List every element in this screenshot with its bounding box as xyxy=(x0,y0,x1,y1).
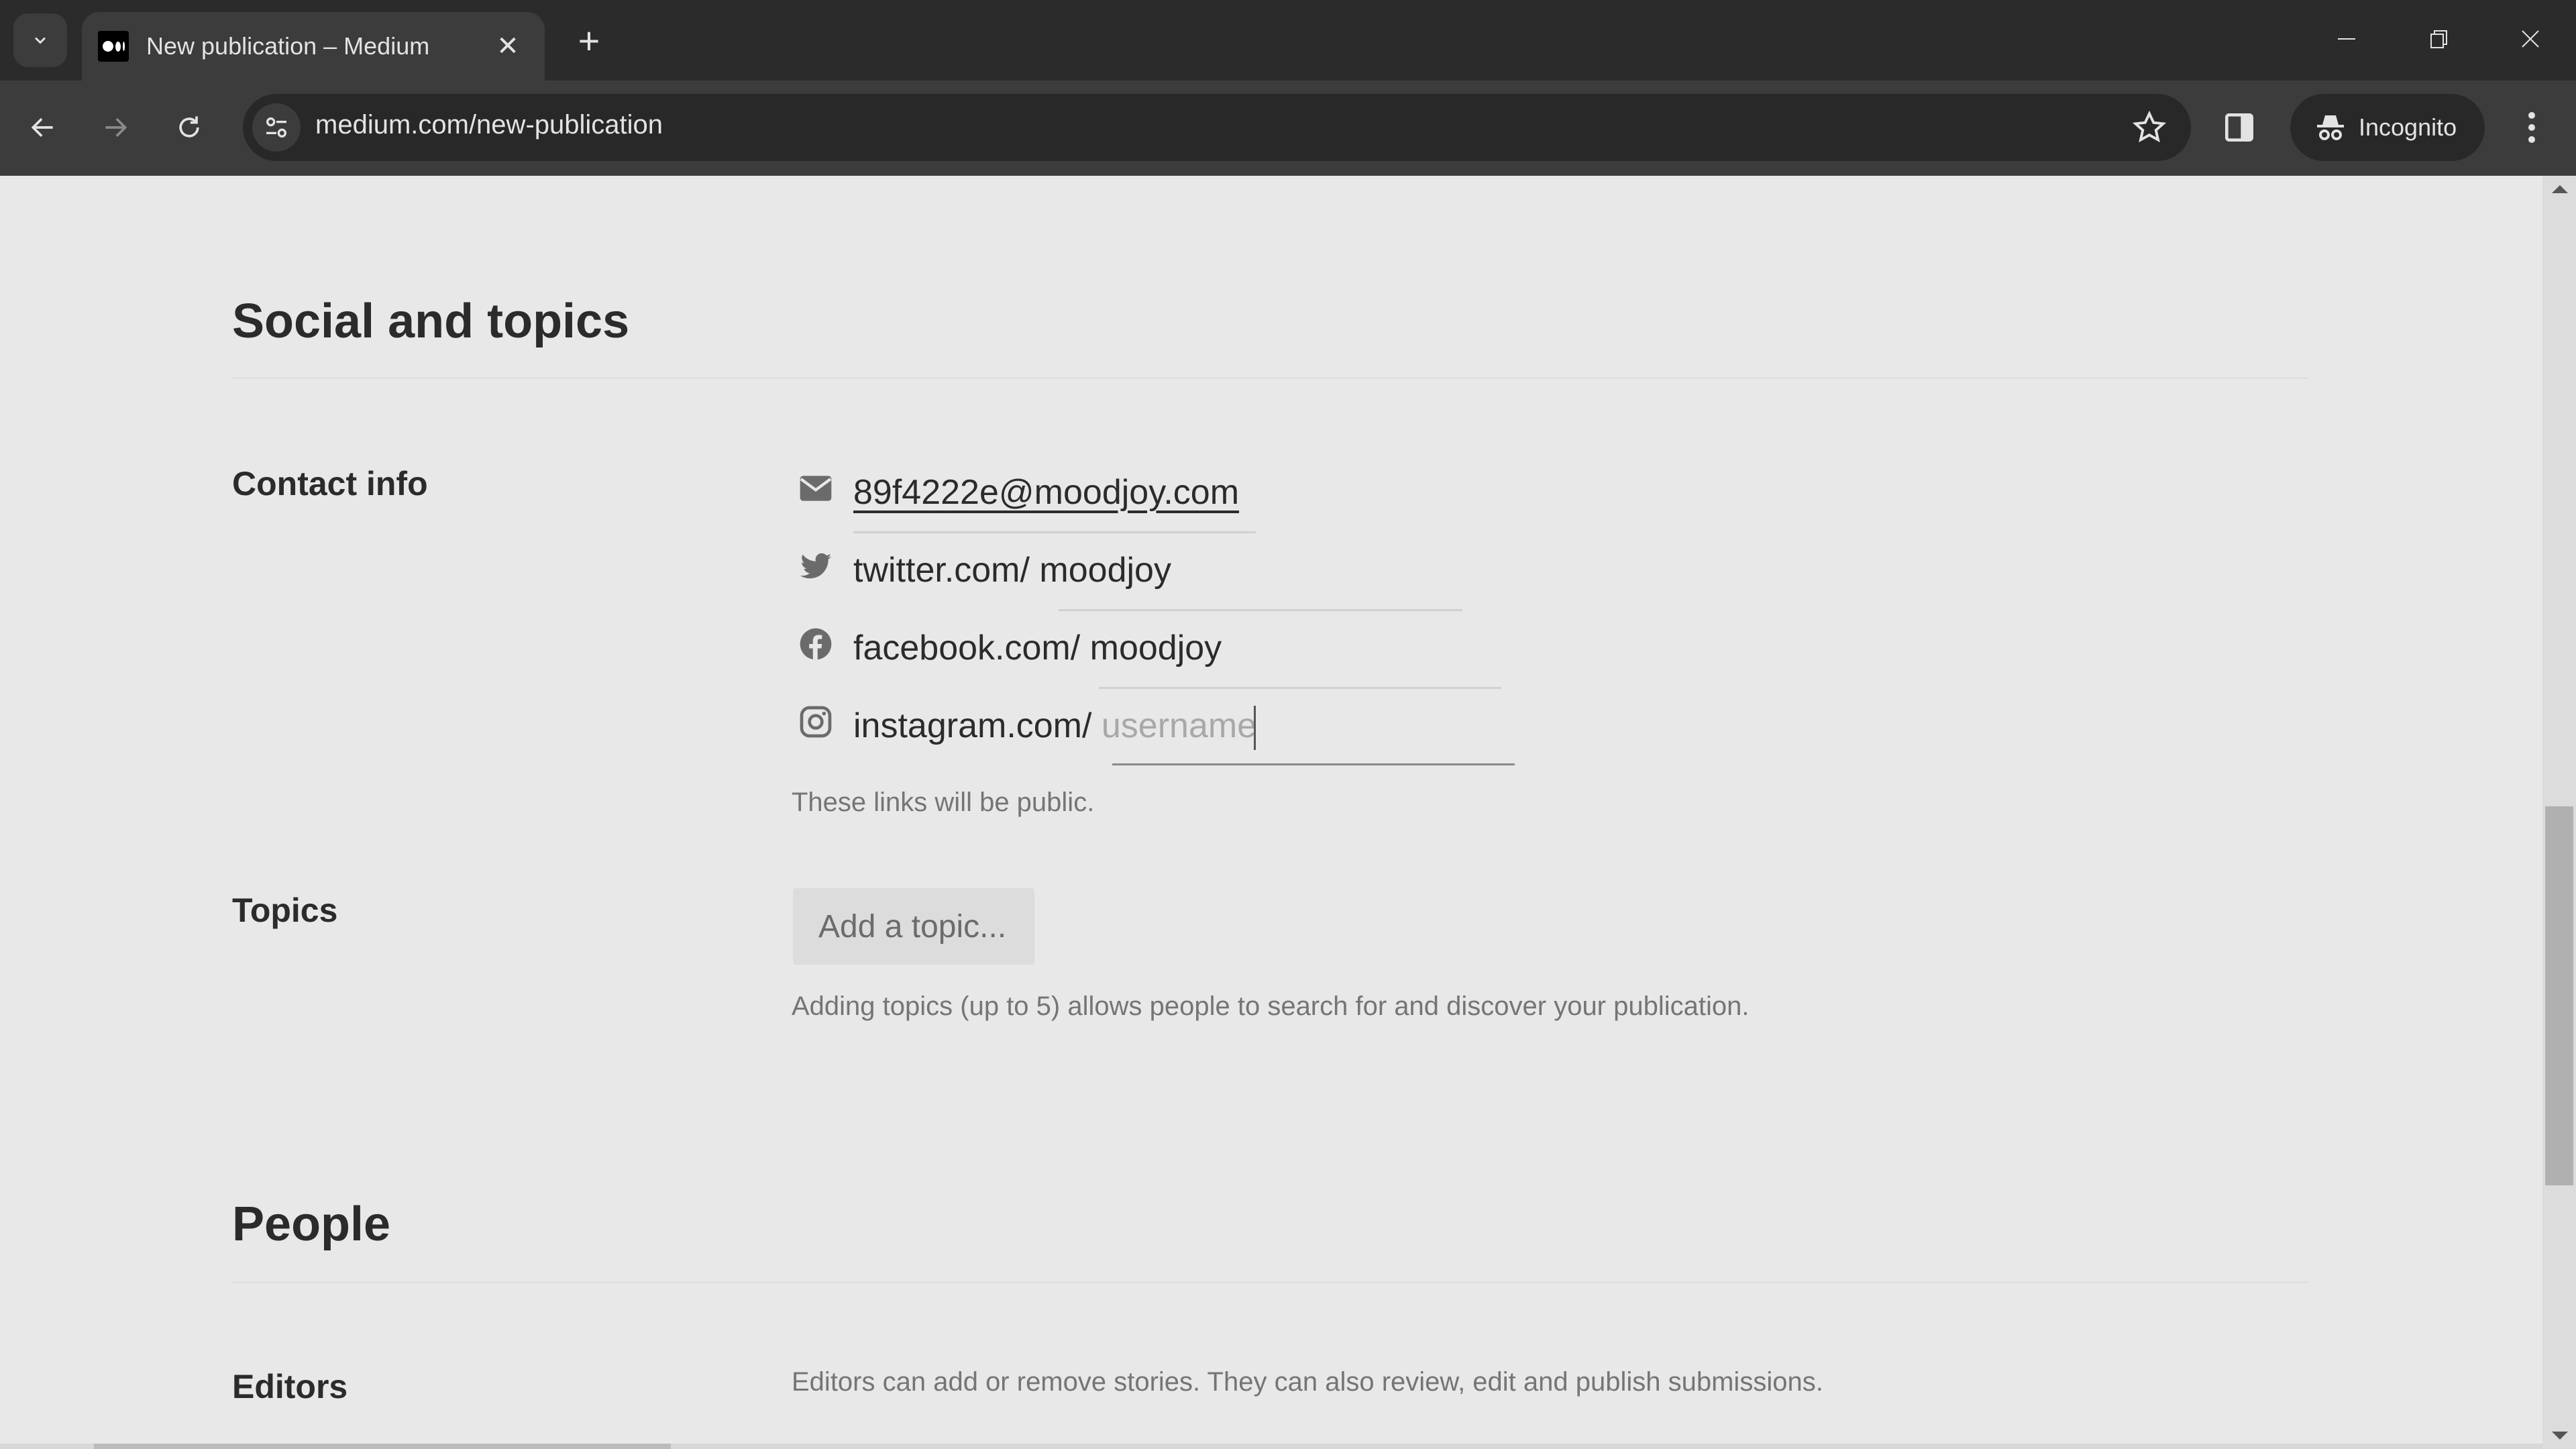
incognito-icon xyxy=(2317,115,2344,140)
email-underline xyxy=(853,531,1256,533)
instagram-underline-focused xyxy=(1112,763,1515,765)
contact-hint: These links will be public. xyxy=(792,788,1095,817)
contact-info-label: Contact info xyxy=(232,465,428,502)
browser-menu-button[interactable] xyxy=(2512,101,2552,154)
facebook-icon xyxy=(800,628,832,660)
tab-title: New publication – Medium xyxy=(146,32,430,60)
close-window-button[interactable] xyxy=(2510,19,2551,59)
mail-icon xyxy=(800,476,832,501)
scrollbar-thumb[interactable] xyxy=(2545,806,2573,1185)
url-text[interactable]: medium.com/new-publication xyxy=(315,110,663,140)
twitter-icon xyxy=(800,553,832,579)
medium-logo-icon xyxy=(98,31,129,62)
section-title-social: Social and topics xyxy=(232,294,630,348)
tune-icon xyxy=(266,117,286,138)
section-divider xyxy=(232,1281,2309,1283)
incognito-badge[interactable]: Incognito xyxy=(2290,94,2485,161)
site-info-button[interactable] xyxy=(252,103,301,152)
scroll-down-arrow-icon[interactable] xyxy=(2552,1432,2568,1440)
topics-hint: Adding topics (up to 5) allows people to… xyxy=(792,991,1750,1021)
editors-label: Editors xyxy=(232,1368,348,1405)
instagram-field[interactable]: instagram.com/ username xyxy=(853,706,1256,751)
text-caret xyxy=(1254,706,1256,751)
vertical-scrollbar[interactable] xyxy=(2542,176,2576,1449)
new-tab-button[interactable]: + xyxy=(569,19,609,62)
twitter-value[interactable]: moodjoy xyxy=(1039,551,1171,590)
arrow-right-icon xyxy=(105,117,127,138)
close-tab-icon[interactable]: ✕ xyxy=(491,30,525,63)
reload-button[interactable] xyxy=(162,101,216,154)
facebook-value[interactable]: moodjoy xyxy=(1090,629,1222,667)
twitter-field[interactable]: twitter.com/ moodjoy xyxy=(853,550,1171,590)
restore-icon xyxy=(2430,30,2447,48)
incognito-label: Incognito xyxy=(2359,113,2457,141)
twitter-underline xyxy=(1059,609,1462,611)
side-panel-icon xyxy=(2225,113,2253,142)
section-divider xyxy=(232,377,2309,379)
horizontal-scrollbar[interactable] xyxy=(0,1444,2542,1449)
add-topic-input[interactable]: Add a topic... xyxy=(793,888,1034,965)
minimize-icon xyxy=(2338,38,2355,40)
section-title-people: People xyxy=(232,1197,391,1251)
scroll-up-arrow-icon[interactable] xyxy=(2552,185,2568,193)
contact-twitter-row: twitter.com/ moodjoy xyxy=(792,542,1462,609)
topics-label: Topics xyxy=(232,892,338,929)
restore-button[interactable] xyxy=(2419,19,2459,59)
browser-toolbar: medium.com/new-publication Incognito xyxy=(0,80,2576,176)
star-icon xyxy=(2132,110,2167,143)
editors-hint: Editors can add or remove stories. They … xyxy=(792,1367,1823,1397)
back-button[interactable] xyxy=(16,101,70,154)
reload-icon xyxy=(179,116,199,138)
instagram-icon xyxy=(800,706,832,738)
twitter-prefix: twitter.com/ xyxy=(853,551,1040,590)
forward-button[interactable] xyxy=(89,101,142,154)
contact-facebook-row: facebook.com/ moodjoy xyxy=(792,620,1462,687)
facebook-underline xyxy=(1099,687,1501,689)
more-vert-icon xyxy=(2528,112,2535,143)
instagram-prefix: instagram.com/ xyxy=(853,706,1102,745)
email-link[interactable]: 89f4222e@moodjoy.com xyxy=(853,472,1239,513)
contact-instagram-row: instagram.com/ username xyxy=(792,698,1529,765)
horizontal-scrollbar-thumb[interactable] xyxy=(94,1444,671,1449)
facebook-prefix: facebook.com/ xyxy=(853,629,1090,667)
tab-search-button[interactable] xyxy=(13,13,67,67)
address-bar[interactable]: medium.com/new-publication xyxy=(243,94,2191,161)
instagram-placeholder[interactable]: username xyxy=(1102,706,1256,745)
page-content: Social and topics Contact info 89f4222e@… xyxy=(0,176,2542,1449)
contact-email-row: 89f4222e@moodjoy.com xyxy=(792,464,1261,531)
close-icon xyxy=(2522,30,2539,48)
browser-tab-active[interactable]: New publication – Medium ✕ xyxy=(82,12,545,80)
tab-bar: New publication – Medium ✕ + xyxy=(0,0,2576,80)
side-panel-button[interactable] xyxy=(2220,109,2258,146)
facebook-field[interactable]: facebook.com/ moodjoy xyxy=(853,628,1222,668)
minimize-button[interactable] xyxy=(2326,19,2367,59)
chevron-down-icon xyxy=(34,37,46,44)
bookmark-button[interactable] xyxy=(2132,110,2167,145)
arrow-left-icon xyxy=(31,117,53,138)
